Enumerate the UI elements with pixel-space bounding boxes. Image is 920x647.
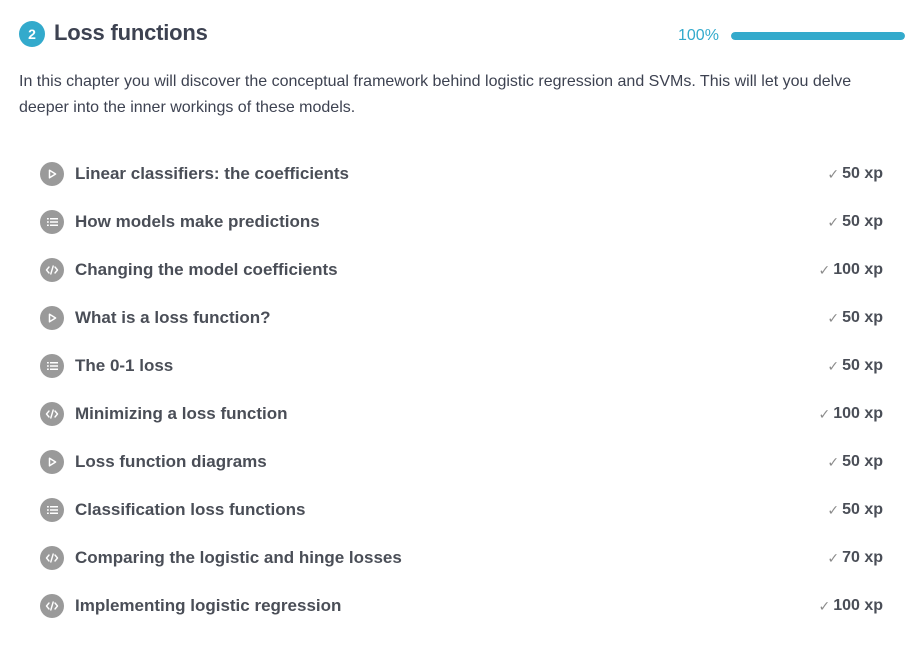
xp-value: 70 xp xyxy=(842,549,883,566)
xp-value: 100 xp xyxy=(833,597,883,614)
exercise-title[interactable]: Comparing the logistic and hinge losses xyxy=(75,548,402,568)
xp-value: 100 xp xyxy=(833,261,883,278)
xp-value: 50 xp xyxy=(842,501,883,518)
xp-value: 50 xp xyxy=(842,165,883,182)
exercise-xp: ✓ 50 xp xyxy=(827,213,883,231)
video-icon xyxy=(40,306,64,330)
video-icon xyxy=(40,162,64,186)
check-icon: ✓ xyxy=(827,549,840,566)
exercise-item[interactable]: The 0-1 loss ✓ 50 xp xyxy=(40,342,885,390)
exercise-item[interactable]: Minimizing a loss function ✓ 100 xp xyxy=(40,390,885,438)
exercise-item[interactable]: Classification loss functions ✓ 50 xp xyxy=(40,486,885,534)
exercise-item[interactable]: Changing the model coefficients ✓ 100 xp xyxy=(40,246,885,294)
exercise-xp: ✓ 50 xp xyxy=(827,453,883,471)
xp-value: 50 xp xyxy=(842,357,883,374)
exercise-item[interactable]: Comparing the logistic and hinge losses ✓… xyxy=(40,534,885,582)
exercise-xp: ✓ 100 xp xyxy=(818,261,883,279)
xp-value: 50 xp xyxy=(842,309,883,326)
exercise-xp: ✓ 100 xp xyxy=(818,597,883,615)
exercise-title[interactable]: Minimizing a loss function xyxy=(75,404,288,424)
xp-value: 50 xp xyxy=(842,213,883,230)
check-icon: ✓ xyxy=(827,453,840,470)
exercise-title[interactable]: Loss function diagrams xyxy=(75,452,267,472)
check-icon: ✓ xyxy=(818,261,831,278)
exercise-title[interactable]: The 0-1 loss xyxy=(75,356,173,376)
exercise-title[interactable]: What is a loss function? xyxy=(75,308,271,328)
progress-bar-fill xyxy=(731,32,905,40)
xp-value: 50 xp xyxy=(842,453,883,470)
list-icon xyxy=(40,354,64,378)
exercise-item[interactable]: Loss function diagrams ✓ 50 xp xyxy=(40,438,885,486)
check-icon: ✓ xyxy=(827,501,840,518)
progress-percentage: 100% xyxy=(678,27,719,44)
exercise-item[interactable]: Linear classifiers: the coefficients ✓ 50 … xyxy=(40,150,885,198)
check-icon: ✓ xyxy=(827,213,840,230)
check-icon: ✓ xyxy=(818,597,831,614)
exercise-item[interactable]: Implementing logistic regression ✓ 100 xp xyxy=(40,582,885,630)
exercise-title[interactable]: Changing the model coefficients xyxy=(75,260,338,280)
exercise-item[interactable]: What is a loss function? ✓ 50 xp xyxy=(40,294,885,342)
chapter-title[interactable]: Loss functions xyxy=(54,20,208,46)
exercise-xp: ✓ 50 xp xyxy=(827,309,883,327)
video-icon xyxy=(40,450,64,474)
xp-value: 100 xp xyxy=(833,405,883,422)
exercise-title[interactable]: Classification loss functions xyxy=(75,500,306,520)
code-icon xyxy=(40,258,64,282)
check-icon: ✓ xyxy=(818,405,831,422)
exercise-list: Linear classifiers: the coefficients ✓ 50 … xyxy=(40,150,885,630)
chapter-header: 2 Loss functions 100% xyxy=(19,18,905,50)
code-icon xyxy=(40,594,64,618)
exercise-title[interactable]: Implementing logistic regression xyxy=(75,596,341,616)
progress-bar xyxy=(731,32,905,40)
exercise-xp: ✓ 70 xp xyxy=(827,549,883,567)
chapter-card: 2 Loss functions 100% In this chapter yo… xyxy=(0,0,920,647)
chapter-number-badge: 2 xyxy=(19,21,45,47)
exercise-xp: ✓ 50 xp xyxy=(827,357,883,375)
chapter-description: In this chapter you will discover the co… xyxy=(19,73,852,116)
check-icon: ✓ xyxy=(827,357,840,374)
check-icon: ✓ xyxy=(827,165,840,182)
exercise-item[interactable]: How models make predictions ✓ 50 xp xyxy=(40,198,885,246)
exercise-xp: ✓ 50 xp xyxy=(827,165,883,183)
exercise-xp: ✓ 100 xp xyxy=(818,405,883,423)
exercise-xp: ✓ 50 xp xyxy=(827,501,883,519)
list-icon xyxy=(40,498,64,522)
exercise-title[interactable]: How models make predictions xyxy=(75,212,320,232)
code-icon xyxy=(40,402,64,426)
exercise-title[interactable]: Linear classifiers: the coefficients xyxy=(75,164,349,184)
code-icon xyxy=(40,546,64,570)
check-icon: ✓ xyxy=(827,309,840,326)
list-icon xyxy=(40,210,64,234)
